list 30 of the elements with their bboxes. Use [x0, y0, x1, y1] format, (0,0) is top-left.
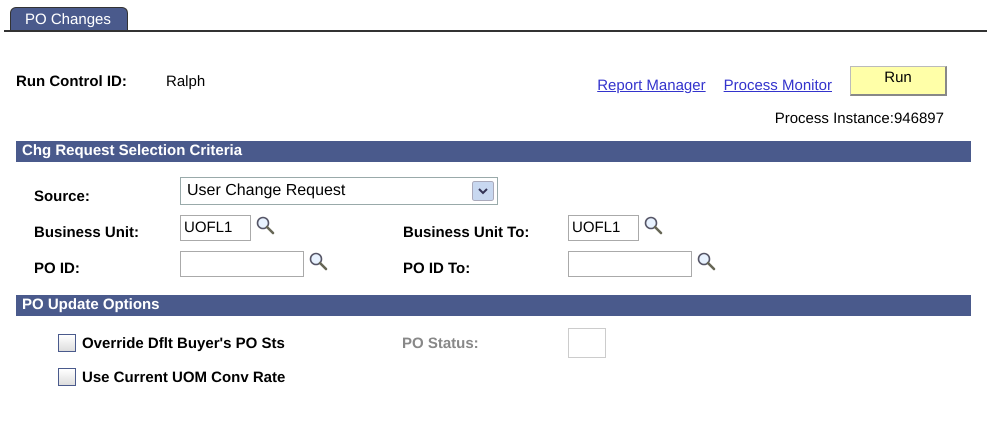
search-icon[interactable] — [255, 215, 275, 235]
section-header: PO Update Options — [16, 295, 971, 316]
checkbox[interactable] — [58, 368, 76, 386]
checkbox-label: Use Current UOM Conv Rate — [82, 368, 286, 386]
search-icon[interactable] — [696, 251, 716, 271]
input-field[interactable]: UOFL1 — [180, 215, 251, 241]
run-button[interactable]: Run — [850, 66, 947, 96]
field-label: PO ID: — [34, 260, 81, 277]
process-instance: Process Instance:946897 — [774, 110, 944, 127]
link[interactable]: Report Manager — [597, 76, 706, 94]
field-label: PO ID To: — [403, 260, 472, 277]
section-header: Chg Request Selection Criteria — [16, 141, 971, 162]
field-label: Run Control ID: — [16, 72, 128, 90]
link[interactable]: Process Monitor — [724, 76, 832, 94]
checkbox-label: Override Dflt Buyer's PO Sts — [82, 334, 285, 352]
source-dropdown[interactable]: User Change Request — [180, 177, 498, 205]
field-label: Source: — [34, 188, 91, 205]
field-value: Ralph — [166, 72, 206, 90]
field-label: Business Unit: — [34, 224, 140, 241]
checkbox[interactable] — [58, 334, 76, 352]
input-field[interactable]: UOFL1 — [568, 215, 639, 241]
search-icon[interactable] — [643, 215, 663, 235]
search-icon[interactable] — [308, 251, 328, 271]
input-field[interactable] — [568, 251, 692, 277]
input-field — [568, 328, 606, 358]
dropdown-icon — [472, 181, 494, 201]
field-label: Business Unit To: — [403, 224, 530, 241]
field-label: PO Status: — [402, 334, 480, 352]
input-field[interactable] — [180, 251, 304, 277]
tab[interactable]: PO Changes — [10, 7, 128, 30]
